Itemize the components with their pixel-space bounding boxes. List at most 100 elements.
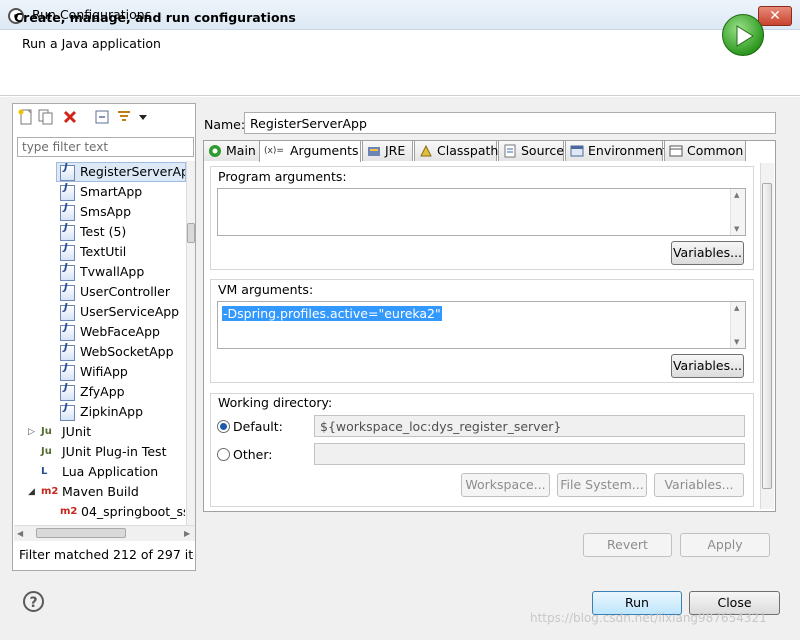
- header-title: Create, manage, and run configurations: [14, 10, 296, 25]
- other-radio[interactable]: [217, 448, 230, 461]
- vm-arguments-textarea[interactable]: -Dspring.profiles.active="eureka2": [217, 301, 746, 349]
- tab-label: JRE: [385, 143, 406, 158]
- program-arguments-label: Program arguments:: [218, 169, 347, 184]
- tab-classpath[interactable]: Classpath: [414, 140, 499, 161]
- tree-item[interactable]: TextUtil: [80, 242, 185, 262]
- header-subtitle: Run a Java application: [22, 36, 161, 51]
- new-config-icon[interactable]: [18, 109, 34, 125]
- tree-category[interactable]: Lua Application: [62, 462, 158, 482]
- tree-item[interactable]: WebFaceApp: [80, 322, 185, 342]
- program-arguments-textarea[interactable]: [217, 188, 746, 236]
- java-app-icon: [60, 202, 75, 221]
- config-scroll-thumb[interactable]: [762, 183, 772, 489]
- filter-input[interactable]: type filter text: [17, 137, 194, 157]
- source-tab-icon: [504, 144, 516, 158]
- tree-item[interactable]: Test (5): [80, 222, 185, 242]
- vm-args-variables-button[interactable]: Variables...: [671, 354, 744, 378]
- java-app-icon: [60, 262, 75, 281]
- tab-arguments[interactable]: (x)= Arguments: [259, 140, 361, 162]
- tree-item[interactable]: WifiApp: [80, 362, 185, 382]
- java-app-icon: [60, 222, 75, 241]
- tab-label: Common: [687, 143, 744, 158]
- java-app-icon: [60, 402, 75, 421]
- file-system-button[interactable]: File System...: [557, 473, 647, 497]
- other-directory-field[interactable]: [314, 443, 745, 465]
- tree-category[interactable]: JUnit Plug-in Test: [62, 442, 166, 462]
- working-dir-variables-button[interactable]: Variables...: [654, 473, 744, 497]
- java-app-icon: [60, 182, 75, 201]
- program-args-scrollbar[interactable]: [730, 189, 745, 235]
- category-badge-icon: Ju: [41, 426, 52, 437]
- tab-label: Main: [226, 143, 256, 158]
- environment-tab-icon: [570, 145, 584, 157]
- java-app-icon: [60, 382, 75, 401]
- category-badge-icon: Ju: [41, 446, 52, 457]
- help-icon[interactable]: ?: [23, 591, 44, 612]
- revert-button[interactable]: Revert: [583, 533, 672, 557]
- java-app-icon: [60, 302, 75, 321]
- default-label: Default:: [233, 419, 283, 434]
- apply-button[interactable]: Apply: [680, 533, 770, 557]
- vm-arguments-label: VM arguments:: [218, 282, 314, 297]
- duplicate-config-icon[interactable]: [38, 109, 54, 125]
- main-tab-icon: [209, 145, 221, 157]
- vm-arguments-text: -Dspring.profiles.active="eureka2": [222, 306, 442, 321]
- tree-item[interactable]: ZfyApp: [80, 382, 185, 402]
- tree-vertical-scrollbar[interactable]: [186, 161, 195, 525]
- tree-category[interactable]: Maven Build: [62, 482, 139, 502]
- classpath-tab-icon: [420, 144, 432, 157]
- tab-common[interactable]: Common: [664, 140, 746, 161]
- config-name-input[interactable]: RegisterServerApp: [244, 112, 776, 134]
- tab-label: Arguments: [290, 143, 359, 158]
- workspace-button[interactable]: Workspace...: [461, 473, 550, 497]
- vm-args-scrollbar[interactable]: [730, 302, 745, 348]
- default-directory-field: ${workspace_loc:dys_register_server}: [314, 415, 745, 437]
- java-app-icon: [60, 322, 75, 341]
- tree-item[interactable]: UserController: [80, 282, 185, 302]
- working-directory-label: Working directory:: [218, 395, 333, 410]
- tab-label: Environment: [588, 143, 668, 158]
- java-app-icon: [60, 282, 75, 301]
- expand-arrow-icon[interactable]: ▷: [28, 422, 35, 442]
- delete-config-icon[interactable]: [62, 109, 78, 125]
- tree-item[interactable]: TvwallApp: [80, 262, 185, 282]
- maven-badge-icon: m2: [60, 506, 78, 517]
- tree-toolbar: [14, 105, 194, 131]
- tree-item[interactable]: ZipkinApp: [80, 402, 185, 422]
- tree-item[interactable]: UserServiceApp: [80, 302, 185, 322]
- tab-label: Source: [521, 143, 564, 158]
- window-close-button[interactable]: ✕: [758, 6, 792, 26]
- tab-main[interactable]: Main: [203, 140, 260, 161]
- tab-label: Classpath: [437, 143, 499, 158]
- tree-item[interactable]: SmartApp: [80, 182, 185, 202]
- other-label: Other:: [233, 447, 273, 462]
- collapse-arrow-icon[interactable]: ◢: [28, 482, 35, 502]
- category-badge-icon: m2: [41, 486, 59, 497]
- java-app-icon: [60, 162, 75, 181]
- arguments-tab-icon: (x)=: [264, 146, 284, 156]
- tree-horizontal-scrollbar[interactable]: ◀ ▶: [14, 525, 195, 541]
- tree-item[interactable]: RegisterServerApp: [80, 162, 185, 182]
- tree-category[interactable]: JUnit: [62, 422, 91, 442]
- java-app-icon: [60, 342, 75, 361]
- watermark: https://blog.csdn.net/lixiang987654321: [530, 611, 767, 625]
- program-args-variables-button[interactable]: Variables...: [671, 241, 744, 265]
- collapse-all-icon[interactable]: [94, 109, 110, 125]
- filter-status: Filter matched 212 of 297 items: [19, 547, 194, 562]
- tab-source[interactable]: Source: [498, 140, 564, 161]
- common-tab-icon: [669, 145, 683, 157]
- tree-item-maven[interactable]: 04_springboot_ss-: [81, 502, 185, 522]
- tree-item[interactable]: SmsApp: [80, 202, 185, 222]
- tab-jre[interactable]: JRE: [362, 140, 413, 161]
- tree-item[interactable]: WebSocketApp: [80, 342, 185, 362]
- jre-tab-icon: [368, 147, 380, 156]
- tab-environment[interactable]: Environment: [565, 140, 668, 161]
- default-radio[interactable]: [217, 420, 230, 433]
- name-label: Name:: [204, 117, 246, 132]
- category-badge-icon: L: [41, 466, 48, 477]
- chevron-down-icon[interactable]: [138, 109, 148, 125]
- java-app-icon: [60, 362, 75, 381]
- run-banner-icon: [722, 14, 764, 56]
- java-app-icon: [60, 242, 75, 261]
- filter-config-icon[interactable]: [116, 109, 132, 125]
